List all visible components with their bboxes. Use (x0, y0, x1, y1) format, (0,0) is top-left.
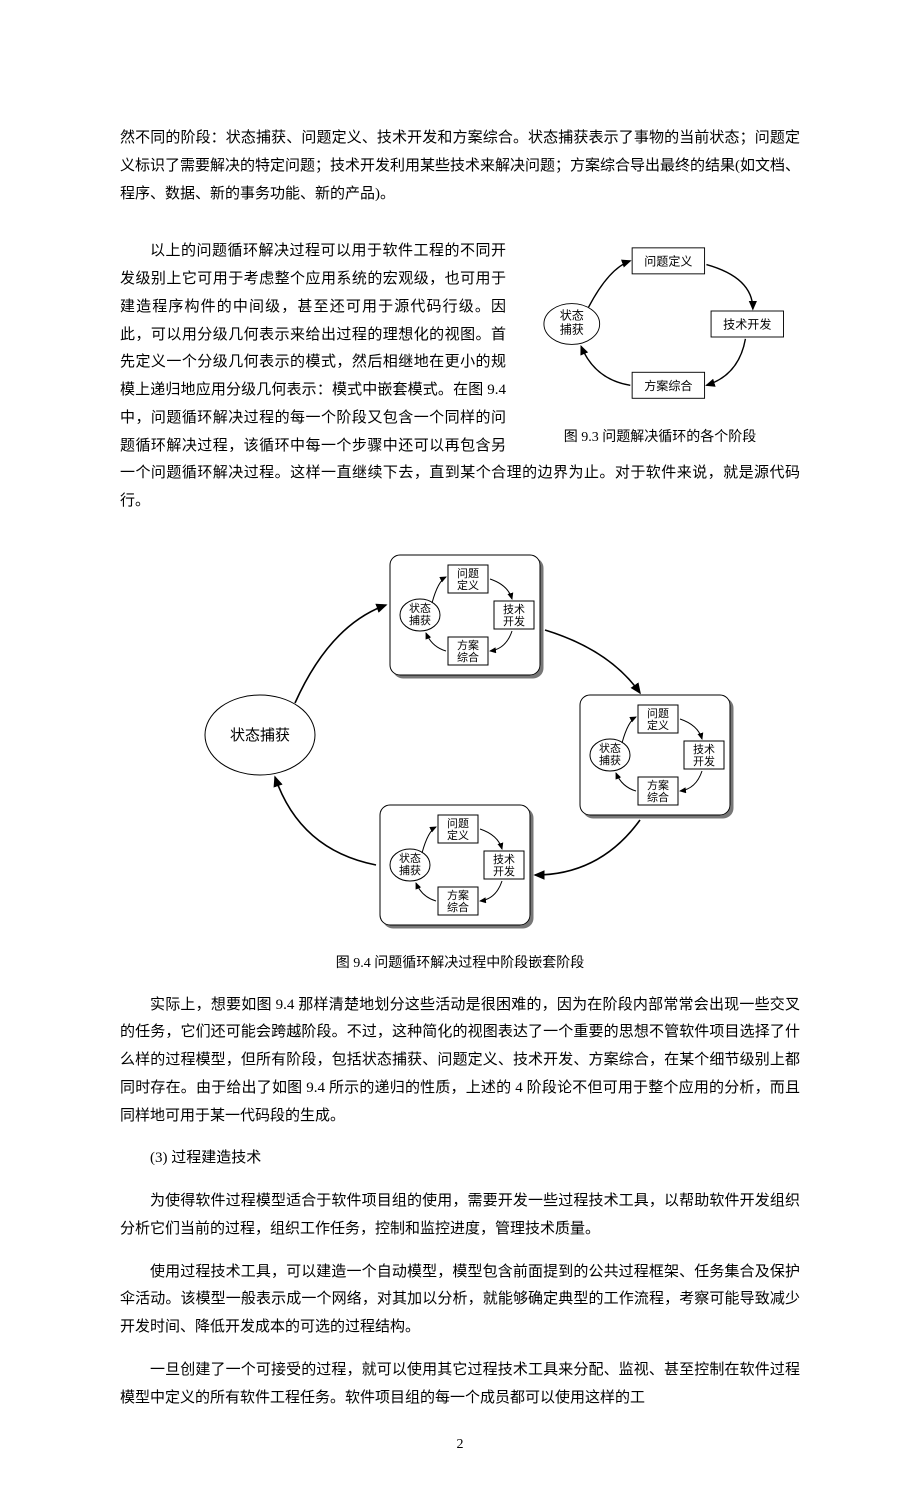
figure-9-4: 状态 捕获 问题 定义 技术 开发 方案 综合 (170, 545, 750, 977)
paragraph-4: (3) 过程建造技术 (120, 1145, 800, 1173)
fig93-status-line1: 状态 (560, 309, 584, 323)
fig93-tech: 技术开发 (723, 317, 771, 332)
figure-9-4-svg: 状态 捕获 问题 定义 技术 开发 方案 综合 (170, 545, 750, 945)
paragraph-5: 为使得软件过程模型适合于软件项目组的使用，需要开发一些过程技术工具，以帮助软件开… (120, 1188, 800, 1244)
paragraph-7: 一旦创建了一个可接受的过程，就可以使用其它过程技术工具来分配、监视、甚至控制在软… (120, 1357, 800, 1413)
fig93-status-line2: 捕获 (560, 322, 584, 337)
figure-9-3-caption: 图 9.3 问题解决循环的各个阶段 (520, 425, 800, 451)
fig94-nested-top (390, 555, 540, 675)
figure-9-3: 状态 捕获 问题定义 技术开发 方案综合 图 9.3 问题解决循环的各个阶段 (520, 229, 800, 451)
fig94-nested-bottom (380, 805, 530, 925)
paragraph-6: 使用过程技术工具，可以建造一个自动模型，模型包含前面提到的公共过程框架、任务集合… (120, 1259, 800, 1342)
fig94-nested-right (580, 695, 730, 815)
fig93-problem: 问题定义 (644, 254, 692, 269)
fig93-solution: 方案综合 (644, 378, 692, 393)
figure-9-4-caption: 图 9.4 问题循环解决过程中阶段嵌套阶段 (170, 951, 750, 977)
fig94-big-status: 状态捕获 (230, 727, 290, 744)
figure-9-3-svg: 状态 捕获 问题定义 技术开发 方案综合 (530, 229, 790, 419)
paragraph-1: 然不同的阶段：状态捕获、问题定义、技术开发和方案综合。状态捕获表示了事物的当前状… (120, 125, 800, 208)
paragraph-3: 实际上，想要如图 9.4 那样清楚地划分这些活动是很困难的，因为在阶段内部常常会… (120, 992, 800, 1131)
page-number: 2 (0, 1432, 920, 1458)
